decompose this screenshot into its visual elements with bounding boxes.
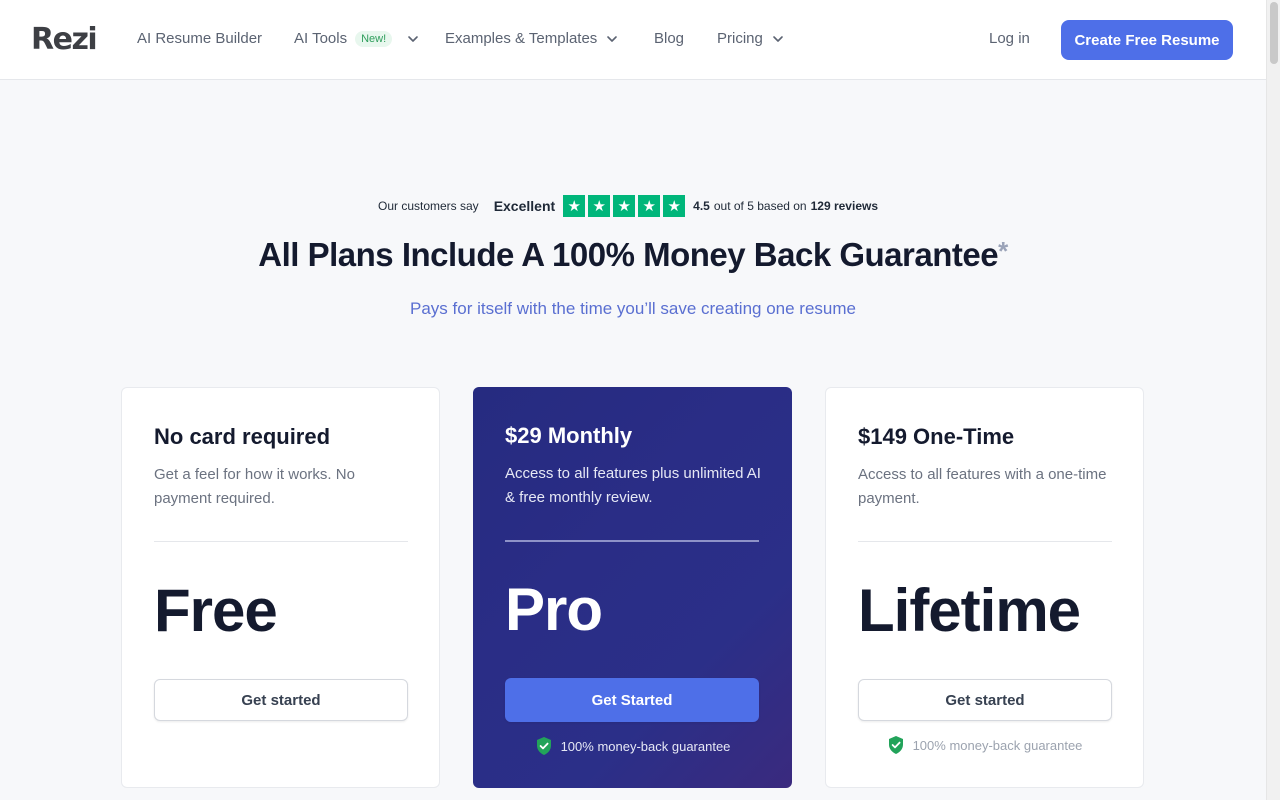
plan-heading: No card required [154,424,331,449]
plan-name: Lifetime [858,577,1081,644]
page-title: All Plans Include A 100% Money Back Guar… [0,236,1266,274]
rezi-logo[interactable]: Rezi [31,22,98,57]
nav-label: Pricing [717,30,763,47]
plan-card-lifetime: $149 One-Time Access to all features wit… [825,387,1144,788]
rating-score: 4.5 [693,199,710,213]
divider [154,541,408,542]
plan-description: Get a feel for how it works. No payment … [154,466,355,507]
login-link[interactable]: Log in [989,30,1030,47]
plan-card-free: No card required Get a feel for how it w… [121,387,440,788]
star-icon: ★ [588,195,611,217]
asterisk: * [998,236,1008,266]
plan-description: Access to all features plus unlimited AI… [505,465,761,506]
star-icon: ★ [663,195,686,217]
divider [505,540,759,542]
nav-label: AI Tools [294,30,348,47]
plan-card-pro: $29 Monthly Access to all features plus … [473,387,792,788]
get-started-pro-button[interactable]: Get Started [505,678,759,722]
star-icon: ★ [613,195,636,217]
rating-word: Excellent [493,198,556,214]
nav-label: Examples & Templates [445,30,598,47]
plan-name: Pro [505,576,603,643]
nav-label: Blog [654,30,685,47]
money-back-guarantee: 100% money-back guarantee [473,736,792,756]
review-count: 129 reviews [810,199,878,213]
plan-heading: $29 Monthly [505,423,633,448]
nav-blog[interactable]: Blog [654,30,684,47]
create-free-resume-button[interactable]: Create Free Resume [1061,20,1233,60]
guarantee-text: 100% money-back guarantee [560,738,731,754]
scrollbar-thumb[interactable] [1270,2,1278,64]
rating-stars: ★ ★ ★ ★ ★ [563,195,686,217]
nav-label: AI Resume Builder [137,30,263,47]
shield-check-icon [888,736,903,754]
page-title-text: All Plans Include A 100% Money Back Guar… [258,236,999,273]
plan-name: Free [154,577,278,644]
divider [858,541,1112,542]
scrollbar[interactable] [1266,0,1280,800]
star-icon: ★ [563,195,586,217]
star-icon: ★ [638,195,661,217]
nav-examples-templates[interactable]: Examples & Templates [445,30,619,47]
reviews-say: Our customers say [377,199,479,213]
page-subtitle: Pays for itself with the time you’ll sav… [410,299,856,318]
rating-out-of: out of 5 based on [713,199,807,213]
nav-pricing[interactable]: Pricing [717,30,785,47]
plan-heading: $149 One-Time [858,424,1015,449]
site-header: Rezi AI Resume Builder AI Tools New! Exa… [0,0,1266,80]
new-badge: New! [355,30,393,47]
chevron-down-icon [773,35,783,42]
guarantee-text: 100% money-back guarantee [912,737,1083,753]
money-back-guarantee: 100% money-back guarantee [826,735,1143,755]
trustpilot-reviews[interactable]: Our customers say Excellent ★ ★ ★ ★ ★ 4.… [0,195,1266,217]
nav-ai-tools[interactable]: AI Tools New! [294,30,420,47]
get-started-free-button[interactable]: Get started [154,679,408,721]
nav-ai-resume-builder[interactable]: AI Resume Builder [137,30,262,47]
chevron-down-icon [408,35,418,42]
get-started-lifetime-button[interactable]: Get started [858,679,1112,721]
plan-description: Access to all features with a one-time p… [858,466,1107,507]
shield-check-icon [536,737,551,755]
chevron-down-icon [607,35,618,42]
